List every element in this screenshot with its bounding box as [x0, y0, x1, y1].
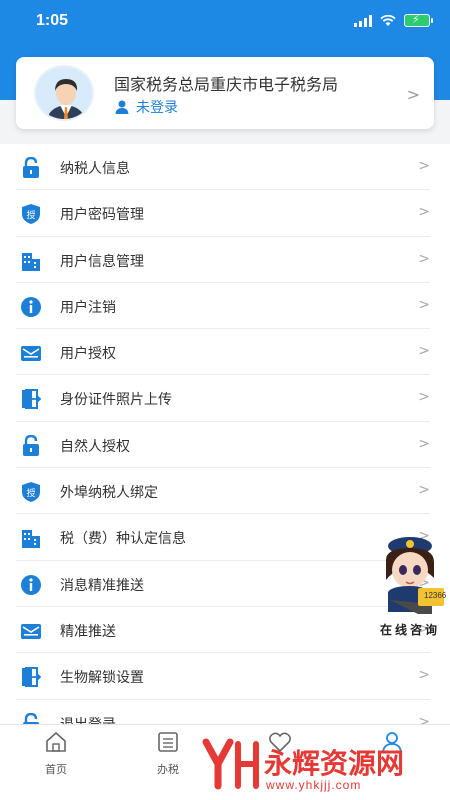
building-icon [20, 527, 42, 549]
chevron-right-icon: > [418, 482, 430, 499]
chevron-right-icon: > [418, 204, 430, 221]
login-status-row[interactable]: 未登录 [114, 97, 178, 117]
watermark-text: 永辉资源网 [264, 747, 405, 780]
wifi-icon [380, 14, 396, 26]
mascot-icon [386, 537, 444, 614]
avatar[interactable] [34, 65, 94, 121]
menu-item-label: 消息精准推送 [60, 577, 144, 594]
user-icon [115, 100, 129, 114]
menu-item[interactable]: 用户注销 > [16, 283, 430, 330]
mail-icon [20, 620, 42, 642]
chevron-right-icon: > [418, 667, 430, 684]
menu-item-label: 自然人授权 [60, 438, 130, 455]
shield-auth-icon: 授 [20, 203, 42, 225]
avatar-person-icon [36, 67, 92, 119]
tab-home-label: 首页 [45, 763, 67, 776]
menu-item[interactable]: 消息精准推送 > [16, 561, 430, 607]
signal-icon [354, 14, 372, 27]
status-bar: 1:05 ⚡ [0, 0, 450, 44]
hotline-badge: 12366 [424, 591, 447, 600]
menu-item[interactable]: 身份证件照片上传 > [16, 375, 430, 422]
tab-tax[interactable]: 办税 [138, 731, 198, 777]
shield-auth-icon: 授 [20, 481, 42, 503]
status-time: 1:05 [36, 12, 69, 29]
watermark-url: www.yhkjjj.com [266, 778, 362, 792]
profile-card[interactable]: 国家税务总局重庆市电子税务局 未登录 > [16, 57, 434, 129]
menu-item-label: 用户信息管理 [60, 253, 144, 270]
door-exit-icon [20, 666, 42, 688]
menu-item[interactable]: 税（费）种认定信息 > [16, 514, 430, 561]
chevron-right-icon: > [418, 343, 430, 360]
menu-item[interactable]: 用户信息管理 > [16, 237, 430, 283]
lock-icon [20, 434, 42, 457]
lock-icon [20, 156, 42, 179]
menu-item[interactable]: 用户授权 > [16, 329, 430, 376]
chevron-right-icon: > [418, 389, 430, 406]
menu-item-label: 用户注销 [60, 299, 116, 316]
battery-icon: ⚡ [404, 13, 433, 27]
menu-item[interactable]: 授 用户密码管理 > [16, 190, 430, 237]
menu-item-label: 用户授权 [60, 346, 116, 363]
menu-item[interactable]: 生物解锁设置 > [16, 653, 430, 700]
menu-item-label: 用户密码管理 [60, 207, 144, 224]
settings-menu: 纳税人信息 > 授 用户密码管理 > 用户信息管理 > 用户注销 > 用户授权 > 身份证件照片上传 >… [0, 144, 450, 746]
status-icons: ⚡ [354, 13, 433, 27]
menu-item[interactable]: 精准推送 > [16, 607, 430, 654]
chevron-right-icon: > [418, 435, 430, 452]
menu-item-label: 生物解锁设置 [60, 670, 144, 687]
svg-text:授: 授 [26, 209, 35, 221]
online-consult-label[interactable]: 在线咨询 [380, 621, 440, 638]
chevron-right-icon: > [418, 296, 430, 313]
chevron-right-icon: > [418, 250, 430, 267]
menu-item-label: 外埠纳税人绑定 [60, 485, 158, 502]
chevron-right-icon: > [406, 85, 420, 104]
menu-item[interactable]: 纳税人信息 > [16, 144, 430, 191]
home-icon [46, 731, 66, 752]
tab-home[interactable]: 首页 [26, 731, 86, 777]
menu-item-label: 精准推送 [60, 623, 116, 640]
menu-item-label: 税（费）种认定信息 [60, 531, 186, 548]
watermark: 永辉资源网 www.yhkjjj.com [200, 736, 450, 796]
org-title: 国家税务总局重庆市电子税务局 [114, 75, 339, 94]
menu-item-label: 身份证件照片上传 [60, 392, 172, 409]
menu-item[interactable]: 自然人授权 > [16, 422, 430, 469]
door-exit-icon [20, 388, 42, 410]
chevron-right-icon: > [418, 158, 430, 174]
menu-item-label: 纳税人信息 [60, 161, 130, 177]
info-icon [20, 296, 42, 318]
login-status-text[interactable]: 未登录 [136, 97, 178, 117]
building-icon [20, 250, 42, 272]
tab-tax-label: 办税 [157, 763, 179, 776]
mail-icon [20, 342, 42, 364]
svg-text:授: 授 [26, 487, 35, 499]
menu-item[interactable]: 授 外埠纳税人绑定 > [16, 468, 430, 515]
info-icon [20, 574, 42, 596]
list-icon [158, 732, 178, 752]
watermark-logo-icon [202, 738, 259, 790]
